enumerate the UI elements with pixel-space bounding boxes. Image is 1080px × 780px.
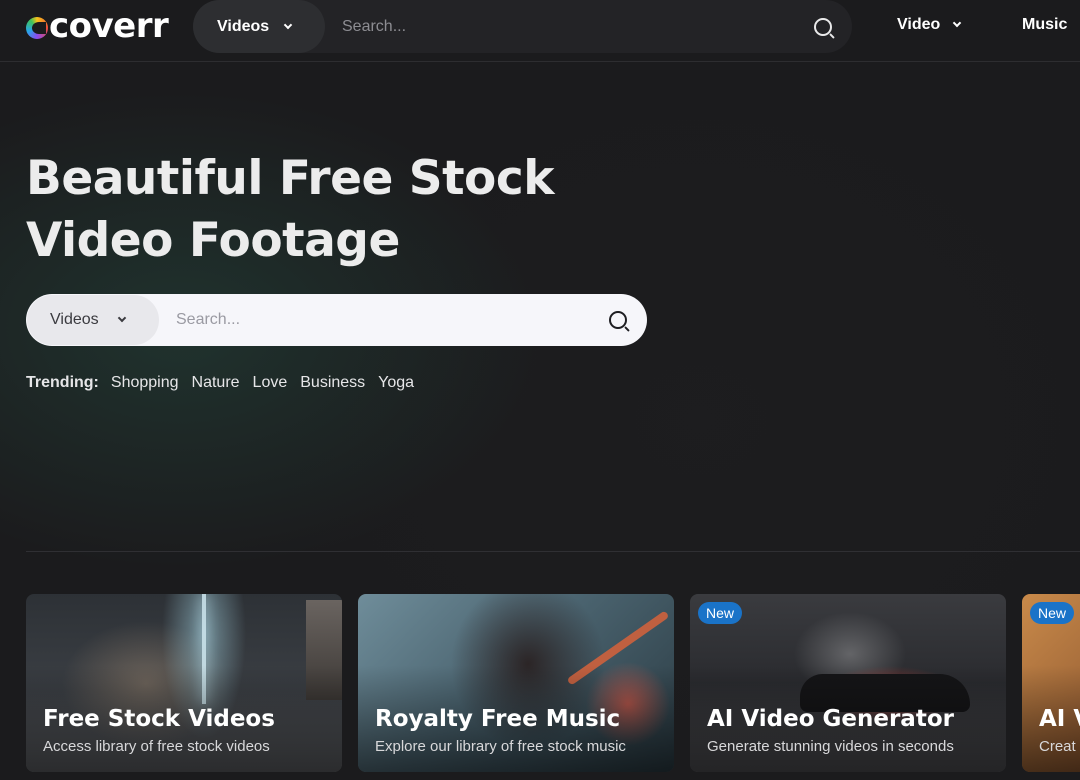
chevron-down-icon [283, 20, 293, 29]
hero-search-type-label: Videos [50, 311, 99, 328]
trending-tags: Trending: Shopping Nature Love Business … [26, 374, 414, 392]
card-title: Free Stock Videos [43, 706, 275, 732]
new-badge: New [1030, 602, 1075, 624]
hero-title: Beautiful Free Stock Video Footage [26, 148, 586, 272]
header-search-bar: Videos Search... [193, 0, 852, 53]
search-icon[interactable] [609, 311, 627, 329]
chevron-down-icon [953, 18, 962, 28]
nav-music-label: Music [1022, 16, 1068, 33]
nav-music-link[interactable]: Music [1022, 16, 1067, 34]
card-title: AI V [1039, 706, 1080, 732]
section-divider [26, 551, 1080, 552]
trending-tag-business[interactable]: Business [300, 374, 365, 392]
nav-video-dropdown[interactable]: Video [897, 16, 962, 34]
hero-title-line-1: Beautiful Free Stock [26, 151, 554, 206]
card-free-stock-videos[interactable]: Free Stock Videos Access library of free… [26, 594, 342, 772]
trending-tag-nature[interactable]: Nature [192, 374, 240, 392]
top-header: coverr Videos Search... Video Music [0, 0, 1080, 62]
trending-tag-shopping[interactable]: Shopping [111, 374, 179, 392]
card-subtitle: Generate stunning videos in seconds [707, 738, 954, 755]
search-icon[interactable] [814, 17, 832, 36]
header-search-input[interactable]: Search... [342, 18, 814, 36]
header-search-type-label: Videos [217, 17, 270, 35]
coverr-logo-icon [26, 17, 48, 39]
hero-title-line-2: Video Footage [26, 213, 400, 268]
card-subtitle: Creat [1039, 738, 1076, 755]
card-title: AI Video Generator [707, 706, 954, 732]
hero-search-type-dropdown[interactable]: Videos [27, 295, 159, 345]
card-ai-partial[interactable]: New AI V Creat [1022, 594, 1080, 772]
coverr-logo[interactable]: coverr [26, 6, 169, 46]
chevron-down-icon [117, 313, 126, 323]
hero-search-bar: Videos Search... [26, 294, 647, 346]
card-ai-video-generator[interactable]: New AI Video Generator Generate stunning… [690, 594, 1006, 772]
trending-tag-love[interactable]: Love [253, 374, 288, 392]
logo-text: coverr [49, 6, 169, 46]
card-subtitle: Explore our library of free stock music [375, 738, 626, 755]
trending-tag-yoga[interactable]: Yoga [378, 374, 414, 392]
hero-search-input[interactable]: Search... [176, 311, 609, 329]
header-search-type-dropdown[interactable]: Videos [193, 0, 325, 53]
card-royalty-free-music[interactable]: Royalty Free Music Explore our library o… [358, 594, 674, 772]
new-badge: New [698, 602, 743, 624]
card-subtitle: Access library of free stock videos [43, 738, 270, 755]
card-title: Royalty Free Music [375, 706, 621, 732]
trending-label: Trending: [26, 374, 99, 391]
page: coverr Videos Search... Video Music Beau… [0, 0, 1080, 780]
nav-video-label: Video [897, 16, 941, 33]
